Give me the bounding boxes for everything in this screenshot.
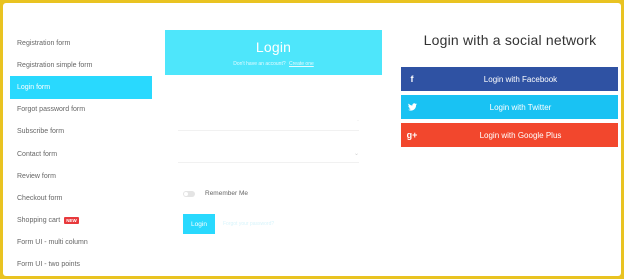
sidebar-item-label: Subscribe form bbox=[17, 128, 65, 136]
sidebar-item-subscribe-form[interactable]: Subscribe form bbox=[10, 121, 152, 143]
sidebar-item-label: Forgot password form bbox=[17, 106, 86, 114]
sidebar-item-label: Registration simple form bbox=[17, 61, 93, 69]
sidebar-item-label: Review form bbox=[17, 172, 56, 180]
google-plus-login-button[interactable]: g+ Login with Google Plus bbox=[401, 123, 618, 147]
sidebar-item-label: Form UI - multi column bbox=[17, 239, 88, 247]
create-account-link[interactable]: Create one bbox=[289, 61, 314, 67]
password-field[interactable]: ⌄ bbox=[178, 148, 359, 163]
login-header: Login Don't have an account? Create one bbox=[165, 30, 382, 75]
sidebar-item-label: Login form bbox=[17, 83, 51, 91]
twitter-icon bbox=[401, 95, 423, 119]
twitter-login-label: Login with Twitter bbox=[489, 102, 552, 112]
sidebar-item-login-form[interactable]: Login form bbox=[10, 76, 152, 99]
sidebar-item-shopping-cart[interactable]: Shopping cart NEW bbox=[10, 210, 152, 232]
twitter-login-button[interactable]: Login with Twitter bbox=[401, 95, 618, 119]
login-button-label: Login bbox=[191, 220, 207, 228]
sidebar-item-review-form[interactable]: Review form bbox=[10, 165, 152, 187]
sidebar: Registration form Registration simple fo… bbox=[10, 32, 152, 276]
facebook-login-button[interactable]: f Login with Facebook bbox=[401, 67, 618, 91]
facebook-icon: f bbox=[410, 74, 414, 84]
sidebar-item-label: Shopping cart bbox=[17, 217, 61, 225]
sidebar-item-form-ui-multi-column[interactable]: Form UI - multi column bbox=[10, 232, 152, 254]
remember-me-label: Remember Me bbox=[205, 190, 248, 197]
sidebar-item-registration-simple-form[interactable]: Registration simple form bbox=[10, 54, 152, 76]
remember-me-row: Remember Me bbox=[183, 190, 248, 197]
google-plus-login-label: Login with Google Plus bbox=[479, 130, 562, 140]
sidebar-item-forgot-password-form[interactable]: Forgot password form bbox=[10, 99, 152, 121]
page-frame: Registration form Registration simple fo… bbox=[3, 3, 621, 276]
chevron-down-icon: ⌄ bbox=[353, 151, 359, 157]
sidebar-item-label: Registration form bbox=[17, 39, 71, 47]
remember-me-toggle[interactable] bbox=[183, 190, 195, 197]
facebook-login-label: Login with Facebook bbox=[483, 74, 558, 84]
login-subtitle-text: Don't have an account? bbox=[233, 61, 286, 67]
sidebar-item-form-ui-two-points[interactable]: Form UI - two points bbox=[10, 254, 152, 276]
username-field[interactable]: · bbox=[178, 116, 359, 131]
login-button[interactable]: Login bbox=[183, 214, 215, 234]
social-login-title: Login with a social network bbox=[423, 32, 597, 48]
new-badge: NEW bbox=[64, 217, 79, 225]
google-plus-icon: g+ bbox=[406, 130, 418, 140]
login-subtitle: Don't have an account? Create one bbox=[165, 61, 382, 67]
login-title: Login bbox=[255, 39, 292, 55]
sidebar-item-label: Checkout form bbox=[17, 194, 63, 202]
sidebar-item-checkout-form[interactable]: Checkout form bbox=[10, 187, 152, 209]
sidebar-item-registration-form[interactable]: Registration form bbox=[10, 32, 152, 54]
sidebar-item-label: Contact form bbox=[17, 150, 58, 158]
sidebar-item-contact-form[interactable]: Contact form bbox=[10, 143, 152, 165]
field-indicator-icon: · bbox=[357, 118, 359, 124]
sidebar-item-label: Form UI - two points bbox=[17, 261, 81, 269]
forgot-password-link[interactable]: Forgot your password? bbox=[223, 221, 274, 227]
